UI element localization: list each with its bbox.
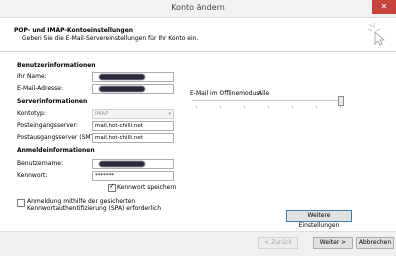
spa-label-line1: Anmeldung mithilfe der gesicherten <box>27 198 136 205</box>
close-button[interactable]: ✕ <box>372 0 396 14</box>
offline-slider-thumb[interactable] <box>338 96 344 106</box>
spa-label-line2: Kennwortauthentifizierung (SPA) erforder… <box>27 205 161 212</box>
slider-tick <box>316 106 317 108</box>
more-settings-button[interactable]: Weitere Einstellungen <box>286 210 352 229</box>
account-type-value: IMAP <box>95 111 109 117</box>
offline-slider-track[interactable] <box>192 100 344 101</box>
slider-tick <box>292 106 293 108</box>
account-type-select: IMAP ▾ <box>92 109 174 119</box>
username-input[interactable] <box>92 159 174 169</box>
slider-tick <box>196 106 197 108</box>
incoming-server-label: Posteingangsserver: <box>17 122 78 129</box>
cursor-sparkle-icon <box>367 23 386 46</box>
chevron-down-icon: ▾ <box>168 111 171 117</box>
dialog-header: POP- und IMAP-Kontoeinstellungen Geben S… <box>0 18 396 52</box>
remember-password-label: Kennwort speichern <box>117 184 177 191</box>
username-label: Benutzername: <box>17 160 64 167</box>
offline-mode-value: Alle <box>258 90 270 97</box>
account-type-label: Kontotyp: <box>17 110 46 117</box>
title-bar: Konto ändern ✕ <box>0 0 396 18</box>
password-label: Kennwort: <box>17 172 48 179</box>
header-subtitle: Geben Sie die E-Mail-Servereinstellungen… <box>22 35 199 42</box>
window-title: Konto ändern <box>171 3 225 12</box>
incoming-server-input[interactable]: mail.hot-chilli.net <box>92 121 174 131</box>
email-label: E-Mail-Adresse: <box>17 85 63 92</box>
email-input[interactable] <box>92 84 174 94</box>
back-button[interactable]: < Zurück <box>258 237 298 249</box>
offline-mode-label: E-Mail im Offlinemodus: <box>190 90 262 97</box>
server-info-heading: Serverinformationen <box>17 98 88 105</box>
slider-tick <box>244 106 245 108</box>
header-title: POP- und IMAP-Kontoeinstellungen <box>14 27 134 34</box>
login-info-heading: Anmeldeinformationen <box>17 147 95 154</box>
slider-tick <box>268 106 269 108</box>
spa-checkbox[interactable] <box>17 199 25 207</box>
slider-tick <box>340 106 341 108</box>
slider-tick <box>220 106 221 108</box>
remember-password-checkbox[interactable] <box>108 182 116 192</box>
name-label: Ihr Name: <box>17 73 47 80</box>
next-button[interactable]: Weiter > <box>313 237 353 249</box>
outgoing-server-label: Postausgangsserver (SMTP): <box>17 134 103 141</box>
outgoing-server-input[interactable]: mail.hot-chilli.net <box>92 133 174 143</box>
password-input[interactable]: ******* <box>92 171 174 181</box>
name-input[interactable] <box>92 72 174 82</box>
user-info-heading: Benutzerinformationen <box>17 62 96 69</box>
cancel-button[interactable]: Abbrechen <box>356 237 394 249</box>
